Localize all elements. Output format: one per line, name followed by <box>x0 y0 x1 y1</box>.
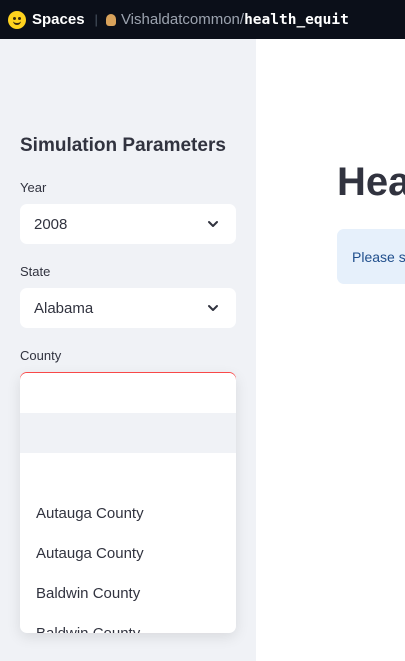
chevron-down-icon <box>208 305 218 311</box>
spaces-link[interactable]: Spaces <box>32 11 85 28</box>
county-option[interactable]: Baldwin County <box>20 573 236 613</box>
county-option[interactable] <box>20 453 236 493</box>
info-alert: Please s <box>337 229 405 284</box>
app-page: Spaces | Vishaldatcommon / health_equit … <box>0 0 405 661</box>
year-select[interactable]: 2008 <box>20 204 236 244</box>
year-label: Year <box>20 180 47 195</box>
sidebar-title: Simulation Parameters <box>20 135 226 156</box>
owner-avatar-icon <box>105 13 116 26</box>
state-label: State <box>20 264 51 279</box>
spaces-header: Spaces | Vishaldatcommon / health_equit <box>0 0 405 39</box>
owner-link[interactable]: Vishaldatcommon <box>121 11 240 28</box>
space-name-link[interactable]: health_equit <box>244 12 349 28</box>
chevron-down-icon <box>208 221 218 227</box>
county-label: County <box>20 348 62 363</box>
huggingface-logo-icon[interactable] <box>8 10 26 29</box>
county-dropdown-list: Autauga County Autauga County Baldwin Co… <box>20 373 236 633</box>
year-select-value: 2008 <box>34 215 68 233</box>
county-option[interactable]: Autauga County <box>20 493 236 533</box>
state-select-value: Alabama <box>34 299 94 317</box>
county-option[interactable] <box>20 413 236 453</box>
info-alert-text: Please s <box>352 248 405 265</box>
county-option[interactable]: Baldwin County <box>20 613 236 634</box>
divider-icon: | <box>94 12 98 27</box>
county-option[interactable]: Autauga County <box>20 533 236 573</box>
page-title: Hea <box>337 160 405 204</box>
state-select[interactable]: Alabama <box>20 288 236 328</box>
